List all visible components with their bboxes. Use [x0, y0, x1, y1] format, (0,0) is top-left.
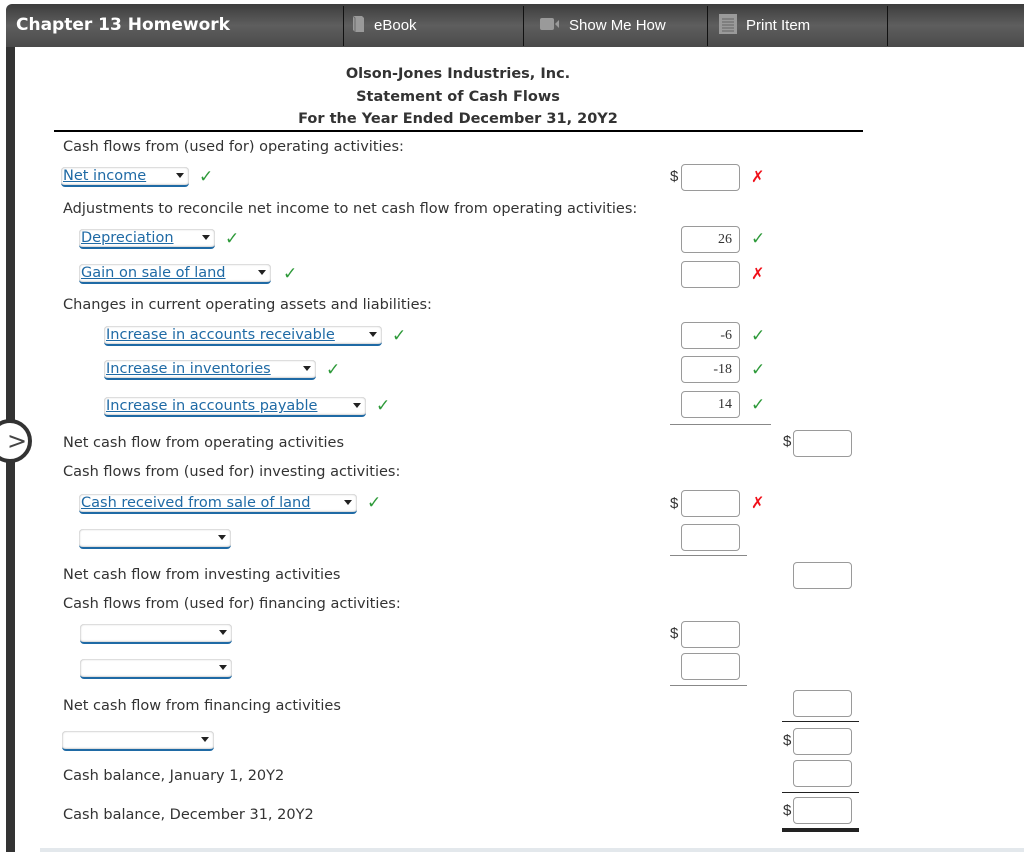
assignment-title: Chapter 13 Homework	[16, 15, 230, 35]
cross-icon: ✗	[751, 493, 765, 512]
toolbar-divider	[887, 6, 888, 46]
jan-balance-label: Cash balance, January 1, 20Y2	[63, 768, 285, 784]
cross-icon: ✗	[751, 264, 765, 283]
jan-balance-amount-input[interactable]	[793, 760, 852, 787]
check-icon: ✓	[225, 229, 240, 249]
accounts-receivable-select[interactable]: Increase in accounts receivable	[104, 326, 382, 346]
company-name: Olson-Jones Industries, Inc.	[345, 66, 571, 82]
document-icon	[719, 13, 737, 38]
show-me-how-button[interactable]: Show Me How	[540, 4, 666, 47]
check-icon: ✓	[751, 229, 766, 249]
dollar-sign: $	[783, 802, 792, 819]
print-item-label: Print Item	[746, 17, 811, 34]
investing-line2-amount-input[interactable]	[681, 524, 740, 551]
check-icon: ✓	[751, 326, 766, 346]
operating-heading: Cash flows from (used for) operating act…	[63, 139, 404, 155]
depreciation-amount-input[interactable]: 26	[681, 226, 740, 253]
change-in-cash-select[interactable]	[62, 731, 214, 751]
financing-line2-select[interactable]	[80, 659, 232, 679]
check-icon: ✓	[751, 360, 766, 380]
subtotal-rule	[670, 685, 747, 686]
gain-amount-input[interactable]	[681, 261, 740, 288]
financing-line2-amount-input[interactable]	[681, 653, 740, 680]
total-rule	[782, 721, 859, 722]
investing-heading: Cash flows from (used for) investing act…	[63, 464, 401, 480]
check-icon: ✓	[199, 167, 214, 187]
dec-balance-amount-input[interactable]	[793, 797, 852, 824]
chevron-down-icon	[176, 173, 184, 178]
net-financing-label: Net cash flow from financing activities	[63, 698, 341, 714]
footer-strip	[40, 848, 1024, 852]
adjustments-heading: Adjustments to reconcile net income to n…	[63, 201, 638, 217]
header-rule	[54, 130, 863, 132]
toolbar-divider	[707, 6, 708, 46]
subtotal-rule	[670, 424, 771, 425]
total-rule	[782, 792, 859, 793]
inventories-amount-input[interactable]: -18	[681, 356, 740, 383]
toolbar-divider	[343, 6, 344, 46]
toolbar-divider	[523, 6, 524, 46]
accounts-payable-select[interactable]: Increase in accounts payable	[104, 397, 366, 417]
chevron-down-icon	[353, 403, 361, 408]
double-underline	[782, 828, 859, 832]
book-icon	[351, 15, 365, 37]
dollar-sign: $	[670, 495, 679, 512]
net-operating-amount-input[interactable]	[793, 430, 852, 457]
financing-heading: Cash flows from (used for) financing act…	[63, 596, 401, 612]
statement-period: For the Year Ended December 31, 20Y2	[298, 111, 618, 127]
chevron-down-icon	[369, 332, 377, 337]
video-camera-icon	[540, 17, 560, 34]
dec-balance-label: Cash balance, December 31, 20Y2	[63, 807, 314, 823]
check-icon: ✓	[326, 360, 341, 380]
net-financing-amount-input[interactable]	[793, 690, 852, 717]
dollar-sign: $	[783, 732, 792, 749]
sale-of-land-amount-input[interactable]	[681, 490, 740, 517]
check-icon: ✓	[751, 395, 766, 415]
chevron-down-icon	[258, 270, 266, 275]
chevron-down-icon	[202, 235, 210, 240]
chevron-right-icon: >	[6, 427, 28, 455]
inventories-select[interactable]: Increase in inventories	[104, 360, 316, 380]
ebook-label: eBook	[374, 17, 417, 34]
financing-line1-select[interactable]	[80, 624, 232, 644]
net-investing-label: Net cash flow from investing activities	[63, 567, 341, 583]
financing-line1-amount-input[interactable]	[681, 621, 740, 648]
next-question-button[interactable]: >	[0, 419, 32, 463]
check-icon: ✓	[283, 264, 298, 284]
ebook-button[interactable]: eBook	[351, 4, 417, 47]
chevron-down-icon	[218, 535, 226, 540]
assignment-toolbar: Chapter 13 Homework eBook Show Me How Pr…	[6, 4, 1024, 47]
show-me-how-label: Show Me How	[569, 17, 666, 34]
accounts-receivable-amount-input[interactable]: -6	[681, 322, 740, 349]
gain-on-sale-select[interactable]: Gain on sale of land	[79, 264, 271, 284]
chevron-down-icon	[201, 737, 209, 742]
investing-line2-select[interactable]	[79, 529, 231, 549]
change-in-cash-amount-input[interactable]	[793, 728, 852, 755]
dollar-sign: $	[670, 168, 679, 185]
dollar-sign: $	[670, 625, 679, 642]
sale-of-land-select[interactable]: Cash received from sale of land	[79, 494, 357, 514]
subtotal-rule	[670, 555, 747, 556]
chevron-down-icon	[219, 665, 227, 670]
net-income-select[interactable]: Net income	[61, 167, 189, 187]
cross-icon: ✗	[751, 167, 765, 186]
changes-heading: Changes in current operating assets and …	[63, 297, 432, 313]
chevron-down-icon	[303, 366, 311, 371]
accounts-payable-amount-input[interactable]: 14	[681, 391, 740, 418]
net-income-amount-input[interactable]	[681, 164, 740, 191]
dollar-sign: $	[783, 433, 792, 450]
check-icon: ✓	[376, 396, 391, 416]
print-item-button[interactable]: Print Item	[719, 4, 810, 47]
depreciation-select[interactable]: Depreciation	[79, 229, 215, 249]
check-icon: ✓	[392, 326, 407, 346]
chevron-down-icon	[344, 500, 352, 505]
net-investing-amount-input[interactable]	[793, 562, 852, 589]
net-operating-label: Net cash flow from operating activities	[63, 435, 345, 451]
chevron-down-icon	[219, 630, 227, 635]
statement-title: Statement of Cash Flows	[356, 89, 560, 105]
check-icon: ✓	[367, 493, 382, 513]
